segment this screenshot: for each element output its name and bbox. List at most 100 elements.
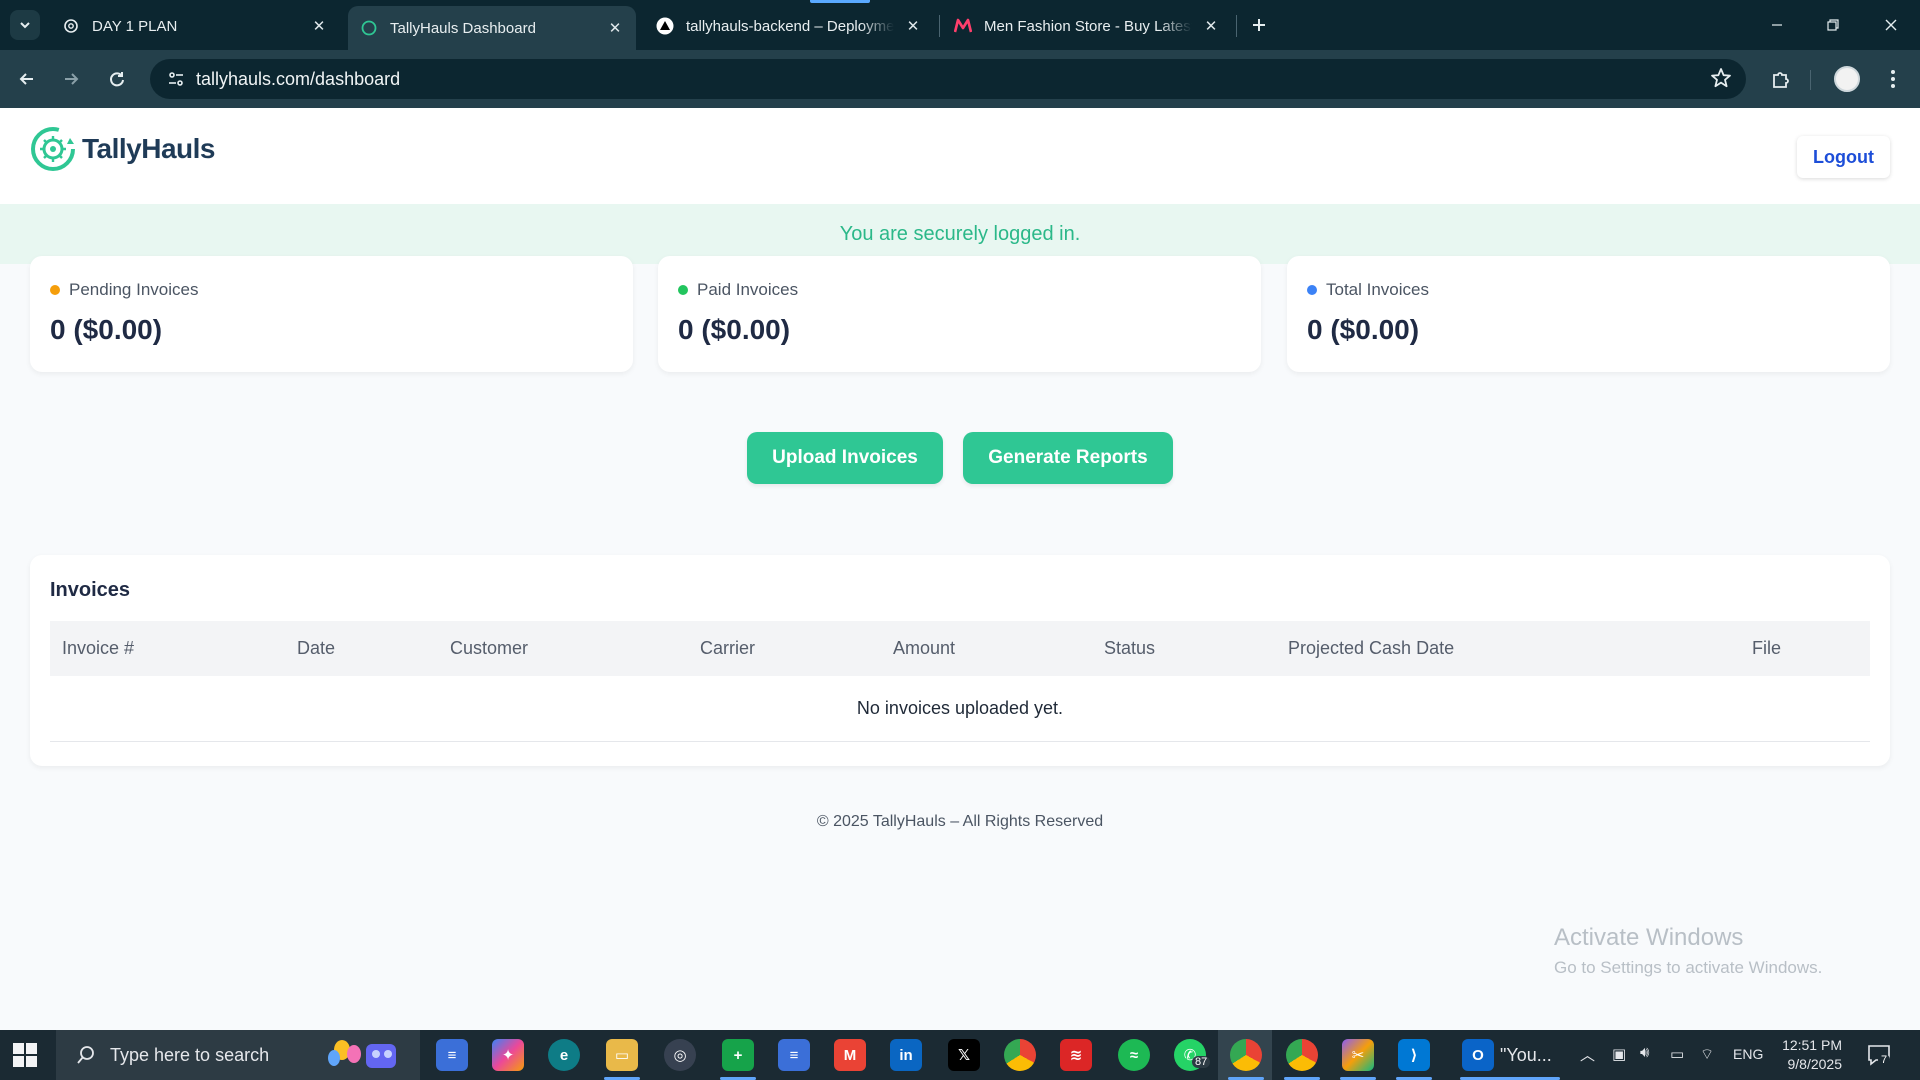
tab-separator (1236, 15, 1237, 37)
avatar (1834, 66, 1860, 92)
taskbar-chrome-icon[interactable] (1004, 1039, 1036, 1071)
logout-button[interactable]: Logout (1797, 136, 1890, 178)
wifi-icon[interactable]: ⌔ (1700, 1045, 1714, 1064)
browser-toolbar: tallyhauls.com/dashboard (0, 50, 1920, 108)
windows-start-icon[interactable] (12, 1042, 38, 1068)
taskbar-docs-chrome-icon[interactable]: ≡ (778, 1039, 810, 1071)
close-tab-icon[interactable]: ✕ (904, 17, 922, 35)
action-buttons: Upload Invoices Generate Reports (0, 432, 1920, 484)
tab-men-fashion-store[interactable]: Men Fashion Store - Buy Latest ✕ (942, 6, 1232, 46)
whatsapp-badge: 87 (1192, 1056, 1211, 1068)
openai-icon (62, 17, 80, 35)
new-tab-button[interactable] (1244, 10, 1274, 40)
address-bar[interactable]: tallyhauls.com/dashboard (150, 59, 1746, 99)
taskbar-chrome-active-icon[interactable] (1230, 1039, 1262, 1071)
taskbar-docs-icon[interactable]: ≡ (436, 1039, 468, 1071)
tallyhauls-logo-icon (31, 127, 75, 171)
tab-tallyhauls-dashboard[interactable]: TallyHauls Dashboard ✕ (348, 6, 636, 50)
tab-title: TallyHauls Dashboard (390, 19, 536, 37)
taskbar-todoist-icon[interactable]: ≋ (1060, 1039, 1092, 1071)
taskbar-outlook-icon[interactable]: O (1462, 1039, 1494, 1071)
toolbar-divider (1810, 70, 1811, 90)
watermark-title: Activate Windows (1554, 924, 1744, 951)
stat-label: Paid Invoices (697, 280, 799, 299)
tab-title: DAY 1 PLAN (92, 17, 178, 35)
upload-invoices-button[interactable]: Upload Invoices (747, 432, 943, 484)
brand-name: TallyHauls (82, 133, 215, 164)
battery-icon[interactable]: ▭ (1670, 1045, 1684, 1063)
bookmark-star-icon[interactable] (1710, 67, 1732, 94)
stat-label-row: Pending Invoices (50, 280, 198, 300)
browser-tab-strip: DAY 1 PLAN ✕ TallyHauls Dashboard ✕ tall… (0, 0, 1920, 50)
minimize-icon (1772, 24, 1782, 26)
column-header-file: File (1752, 638, 1782, 658)
restore-button[interactable] (1818, 10, 1848, 40)
taskbar-clock[interactable]: 12:51 PM 9/8/2025 (1782, 1036, 1842, 1074)
volume-icon[interactable]: 🔊︎ (1640, 1044, 1649, 1061)
chevron-up-icon[interactable]: ︿ (1580, 1044, 1595, 1065)
browser-menu-button[interactable] (1878, 64, 1908, 94)
notifications-button[interactable]: 7 (1866, 1042, 1892, 1068)
column-header-date: Date (297, 638, 336, 658)
stat-label-row: Total Invoices (1307, 280, 1429, 300)
url-text[interactable]: tallyhauls.com/dashboard (196, 69, 400, 90)
meet-icon[interactable]: ▣ (1612, 1045, 1626, 1063)
stat-card-total: Total Invoices 0 ($0.00) (1287, 256, 1890, 372)
extensions-button[interactable] (1766, 64, 1796, 94)
taskbar-spotify-icon[interactable]: ≈ (1118, 1039, 1150, 1071)
close-icon (1885, 19, 1897, 31)
search-icon (74, 1043, 98, 1067)
dashboard-page: TallyHauls Logout You are securely logge… (0, 108, 1920, 1030)
taskbar-gmail-icon[interactable]: M (834, 1039, 866, 1071)
puzzle-icon (1773, 72, 1789, 88)
taskbar-sheets-icon[interactable]: + (722, 1039, 754, 1071)
stats-cards: Pending Invoices 0 ($0.00) Paid Invoices… (30, 256, 1890, 372)
tab-strip-accent (810, 0, 870, 3)
site-info-icon[interactable] (156, 59, 196, 99)
arrow-left-icon (19, 73, 33, 85)
tab-search-button[interactable] (10, 10, 40, 40)
reload-button[interactable] (102, 64, 132, 94)
profile-button[interactable] (1832, 64, 1862, 94)
brand[interactable]: TallyHauls (30, 126, 215, 172)
stat-label: Total Invoices (1326, 280, 1429, 299)
taskbar-snipping-icon[interactable]: ✂ (1342, 1039, 1374, 1071)
stat-value: 0 ($0.00) (1307, 314, 1420, 345)
minimize-button[interactable] (1762, 10, 1792, 40)
login-status-alert: You are securely logged in. (0, 204, 1920, 264)
close-window-button[interactable] (1876, 10, 1906, 40)
search-placeholder: Type here to search (110, 1044, 270, 1065)
column-header-status: Status (1104, 638, 1156, 658)
status-dot (678, 285, 688, 295)
forward-button[interactable] (56, 64, 86, 94)
taskbar-openai-chrome-icon[interactable]: ◎ (664, 1039, 696, 1071)
taskbar-edge-icon[interactable]: e (548, 1039, 580, 1071)
column-header-invoice-number: Invoice # (62, 638, 135, 658)
close-tab-icon[interactable]: ✕ (310, 17, 328, 35)
tab-tallyhauls-backend[interactable]: tallyhauls-backend – Deployme ✕ (644, 6, 934, 46)
generate-reports-button[interactable]: Generate Reports (963, 432, 1173, 484)
taskbar-copilot-icon[interactable]: ✦ (492, 1039, 524, 1071)
stat-card-paid: Paid Invoices 0 ($0.00) (658, 256, 1261, 372)
column-header-customer: Customer (450, 638, 529, 658)
close-tab-icon[interactable]: ✕ (606, 19, 624, 37)
windows-activation-watermark: Activate Windows Go to Settings to activ… (1554, 924, 1822, 978)
outlook-window-label[interactable]: "You... (1500, 1045, 1552, 1066)
back-button[interactable] (12, 64, 42, 94)
stat-label-row: Paid Invoices (678, 280, 798, 300)
arrow-right-icon (65, 73, 79, 85)
language-indicator[interactable]: ENG (1733, 1046, 1763, 1062)
taskbar-vscode-icon[interactable]: ⟩ (1398, 1039, 1430, 1071)
taskbar-x-icon[interactable]: 𝕏 (948, 1039, 980, 1071)
close-tab-icon[interactable]: ✕ (1202, 17, 1220, 35)
empty-message: No invoices uploaded yet. (856, 698, 1064, 718)
tab-day1-plan[interactable]: DAY 1 PLAN ✕ (50, 6, 340, 46)
myntra-icon (954, 17, 972, 35)
taskbar-chrome-profile-icon[interactable] (1286, 1039, 1318, 1071)
taskbar-linkedin-icon[interactable]: in (890, 1039, 922, 1071)
tallyhauls-icon (360, 19, 378, 37)
tab-title: Men Fashion Store - Buy Latest (984, 17, 1192, 35)
stat-value: 0 ($0.00) (678, 314, 791, 345)
taskbar-file-explorer-icon[interactable]: ▭ (606, 1039, 638, 1071)
taskbar-search[interactable]: Type here to search (56, 1030, 420, 1080)
